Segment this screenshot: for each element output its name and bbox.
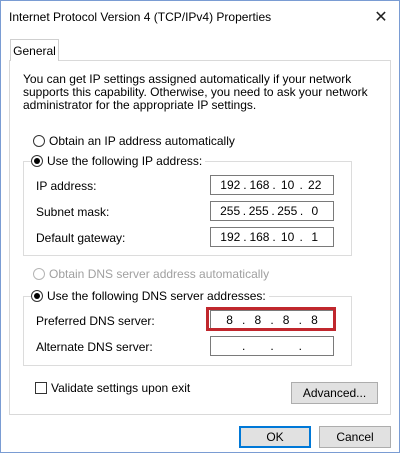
use-following-dns-label: Use the following DNS server addresses: — [47, 289, 266, 303]
title-bar: Internet Protocol Version 4 (TCP/IPv4) P… — [1, 1, 399, 33]
default-gateway-label: Default gateway: — [36, 231, 126, 245]
tab-general-label: General — [13, 43, 56, 58]
dot: . — [272, 178, 276, 192]
dot: . — [242, 204, 247, 218]
octet: 192 — [220, 230, 241, 244]
octet: 255 — [277, 204, 298, 218]
obtain-dns-auto-option[interactable]: Obtain DNS server address automatically — [33, 267, 269, 281]
use-following-ip-option[interactable]: Use the following IP address: — [31, 154, 206, 168]
octet: 10 — [280, 178, 295, 192]
dot: . — [298, 339, 302, 353]
octet: 1 — [311, 230, 319, 244]
dot: . — [299, 204, 304, 218]
obtain-ip-auto-label: Obtain an IP address automatically — [49, 134, 235, 148]
advanced-button[interactable]: Advanced... — [291, 382, 378, 404]
close-icon[interactable]: ✕ — [367, 4, 395, 30]
use-following-dns-option[interactable]: Use the following DNS server addresses: — [31, 289, 269, 303]
dot: . — [299, 178, 303, 192]
dot: . — [299, 230, 303, 244]
obtain-dns-auto-radio[interactable] — [33, 268, 45, 280]
obtain-dns-auto-label: Obtain DNS server address automatically — [49, 267, 270, 281]
dot: . — [243, 178, 247, 192]
octet: 255 — [248, 204, 269, 218]
ok-button[interactable]: OK — [239, 426, 311, 448]
validate-settings-checkbox[interactable] — [35, 382, 47, 394]
octet: 0 — [311, 204, 319, 218]
alternate-dns-input[interactable]: . . . — [210, 336, 334, 356]
dot: . — [242, 339, 246, 353]
octet: 168 — [249, 230, 270, 244]
alternate-dns-label: Alternate DNS server: — [36, 340, 153, 354]
obtain-ip-auto-radio[interactable] — [33, 135, 45, 147]
cancel-button[interactable]: Cancel — [319, 426, 391, 448]
dot: . — [272, 230, 276, 244]
subnet-mask-input[interactable]: 255. 255. 255. 0 — [210, 201, 334, 221]
validate-settings-label: Validate settings upon exit — [51, 381, 191, 395]
octet: 22 — [308, 178, 322, 192]
obtain-ip-auto-option[interactable]: Obtain an IP address automatically — [33, 134, 235, 148]
octet: 255 — [220, 204, 241, 218]
dot: . — [243, 230, 247, 244]
octet: 168 — [249, 178, 270, 192]
use-following-ip-label: Use the following IP address: — [47, 154, 203, 168]
use-following-dns-radio[interactable] — [31, 290, 43, 302]
preferred-dns-label: Preferred DNS server: — [36, 314, 155, 328]
octet: 192 — [220, 178, 241, 192]
info-text: You can get IP settings assigned automat… — [23, 72, 368, 112]
dot: . — [271, 204, 275, 218]
tab-general[interactable]: General — [10, 39, 59, 61]
properties-dialog: Internet Protocol Version 4 (TCP/IPv4) P… — [0, 0, 400, 453]
ip-address-label: IP address: — [36, 179, 97, 193]
preferred-dns-highlight — [206, 307, 336, 331]
subnet-mask-label: Subnet mask: — [36, 205, 110, 219]
dot: . — [270, 339, 274, 353]
use-following-ip-radio[interactable] — [31, 155, 43, 167]
validate-settings-option[interactable]: Validate settings upon exit — [35, 381, 190, 395]
ip-address-input[interactable]: 192. 168. 10. 22 — [210, 175, 334, 195]
octet: 10 — [280, 230, 295, 244]
window-title: Internet Protocol Version 4 (TCP/IPv4) P… — [9, 10, 272, 24]
default-gateway-input[interactable]: 192. 168. 10. 1 — [210, 227, 334, 247]
